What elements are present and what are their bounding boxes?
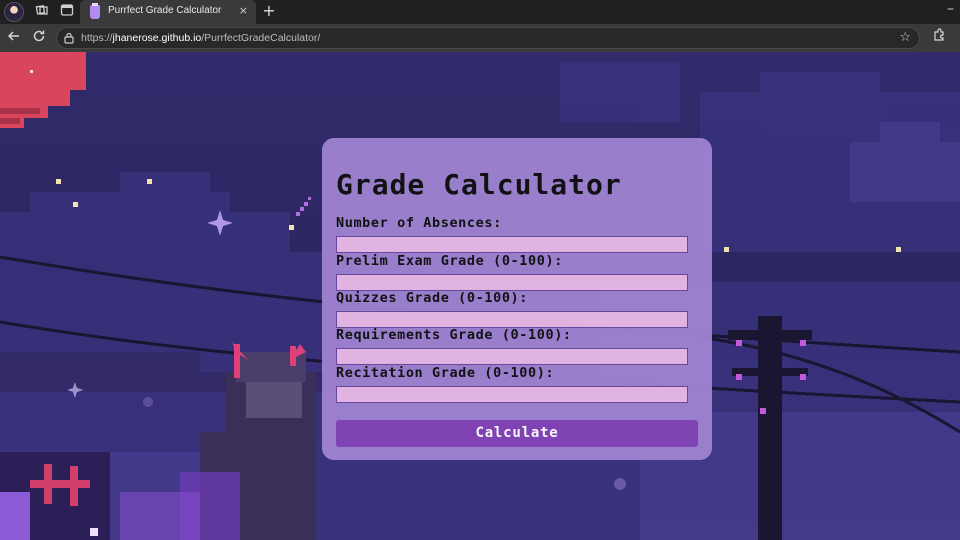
back-icon[interactable]: [4, 28, 24, 48]
minimize-window-button[interactable]: –: [947, 1, 954, 17]
quizzes-label: Quizzes Grade (0-100):: [336, 290, 529, 306]
requirements-input[interactable]: [336, 348, 688, 365]
extensions-icon[interactable]: [932, 28, 946, 46]
address-bar[interactable]: https://jhanerose.github.io/PurrfectGrad…: [56, 27, 920, 49]
tab-title: Purrfect Grade Calculator: [108, 5, 222, 16]
recitation-input[interactable]: [336, 386, 688, 403]
requirements-label: Requirements Grade (0-100):: [336, 327, 572, 343]
page-viewport: Grade Calculator Number of Absences: Pre…: [0, 52, 960, 540]
url-text[interactable]: https://jhanerose.github.io/PurrfectGrad…: [81, 32, 320, 44]
url-host: jhanerose.github.io: [112, 32, 202, 44]
new-tab-button[interactable]: +: [260, 1, 278, 20]
calculate-button[interactable]: Calculate: [336, 420, 698, 447]
quizzes-input[interactable]: [336, 311, 688, 328]
small-creature: [0, 452, 110, 540]
lock-icon[interactable]: [63, 32, 75, 44]
app-favicon-icon: [90, 3, 100, 19]
grade-calculator-card: Grade Calculator Number of Absences: Pre…: [322, 138, 712, 460]
absences-input[interactable]: [336, 236, 688, 253]
planet: [0, 52, 86, 128]
active-tab[interactable]: Purrfect Grade Calculator ×: [80, 0, 256, 24]
prelim-exam-input[interactable]: [336, 274, 688, 291]
profile-avatar[interactable]: [4, 2, 24, 22]
url-path: /PurrfectGradeCalculator/: [201, 32, 321, 44]
close-tab-icon[interactable]: ×: [239, 4, 248, 17]
recitation-label: Recitation Grade (0-100):: [336, 365, 555, 381]
url-scheme: https://: [81, 32, 113, 44]
calculator-title: Grade Calculator: [336, 168, 622, 201]
tab-actions-icon[interactable]: [58, 3, 76, 21]
reload-icon[interactable]: [29, 28, 49, 48]
browser-toolbar: https://jhanerose.github.io/PurrfectGrad…: [0, 24, 960, 52]
prelim-exam-label: Prelim Exam Grade (0-100):: [336, 253, 563, 269]
absences-label: Number of Absences:: [336, 215, 502, 231]
tab-strip: Purrfect Grade Calculator × + –: [0, 0, 960, 24]
workspaces-icon[interactable]: [33, 3, 51, 21]
favorite-star-icon[interactable]: ☆: [899, 30, 911, 45]
